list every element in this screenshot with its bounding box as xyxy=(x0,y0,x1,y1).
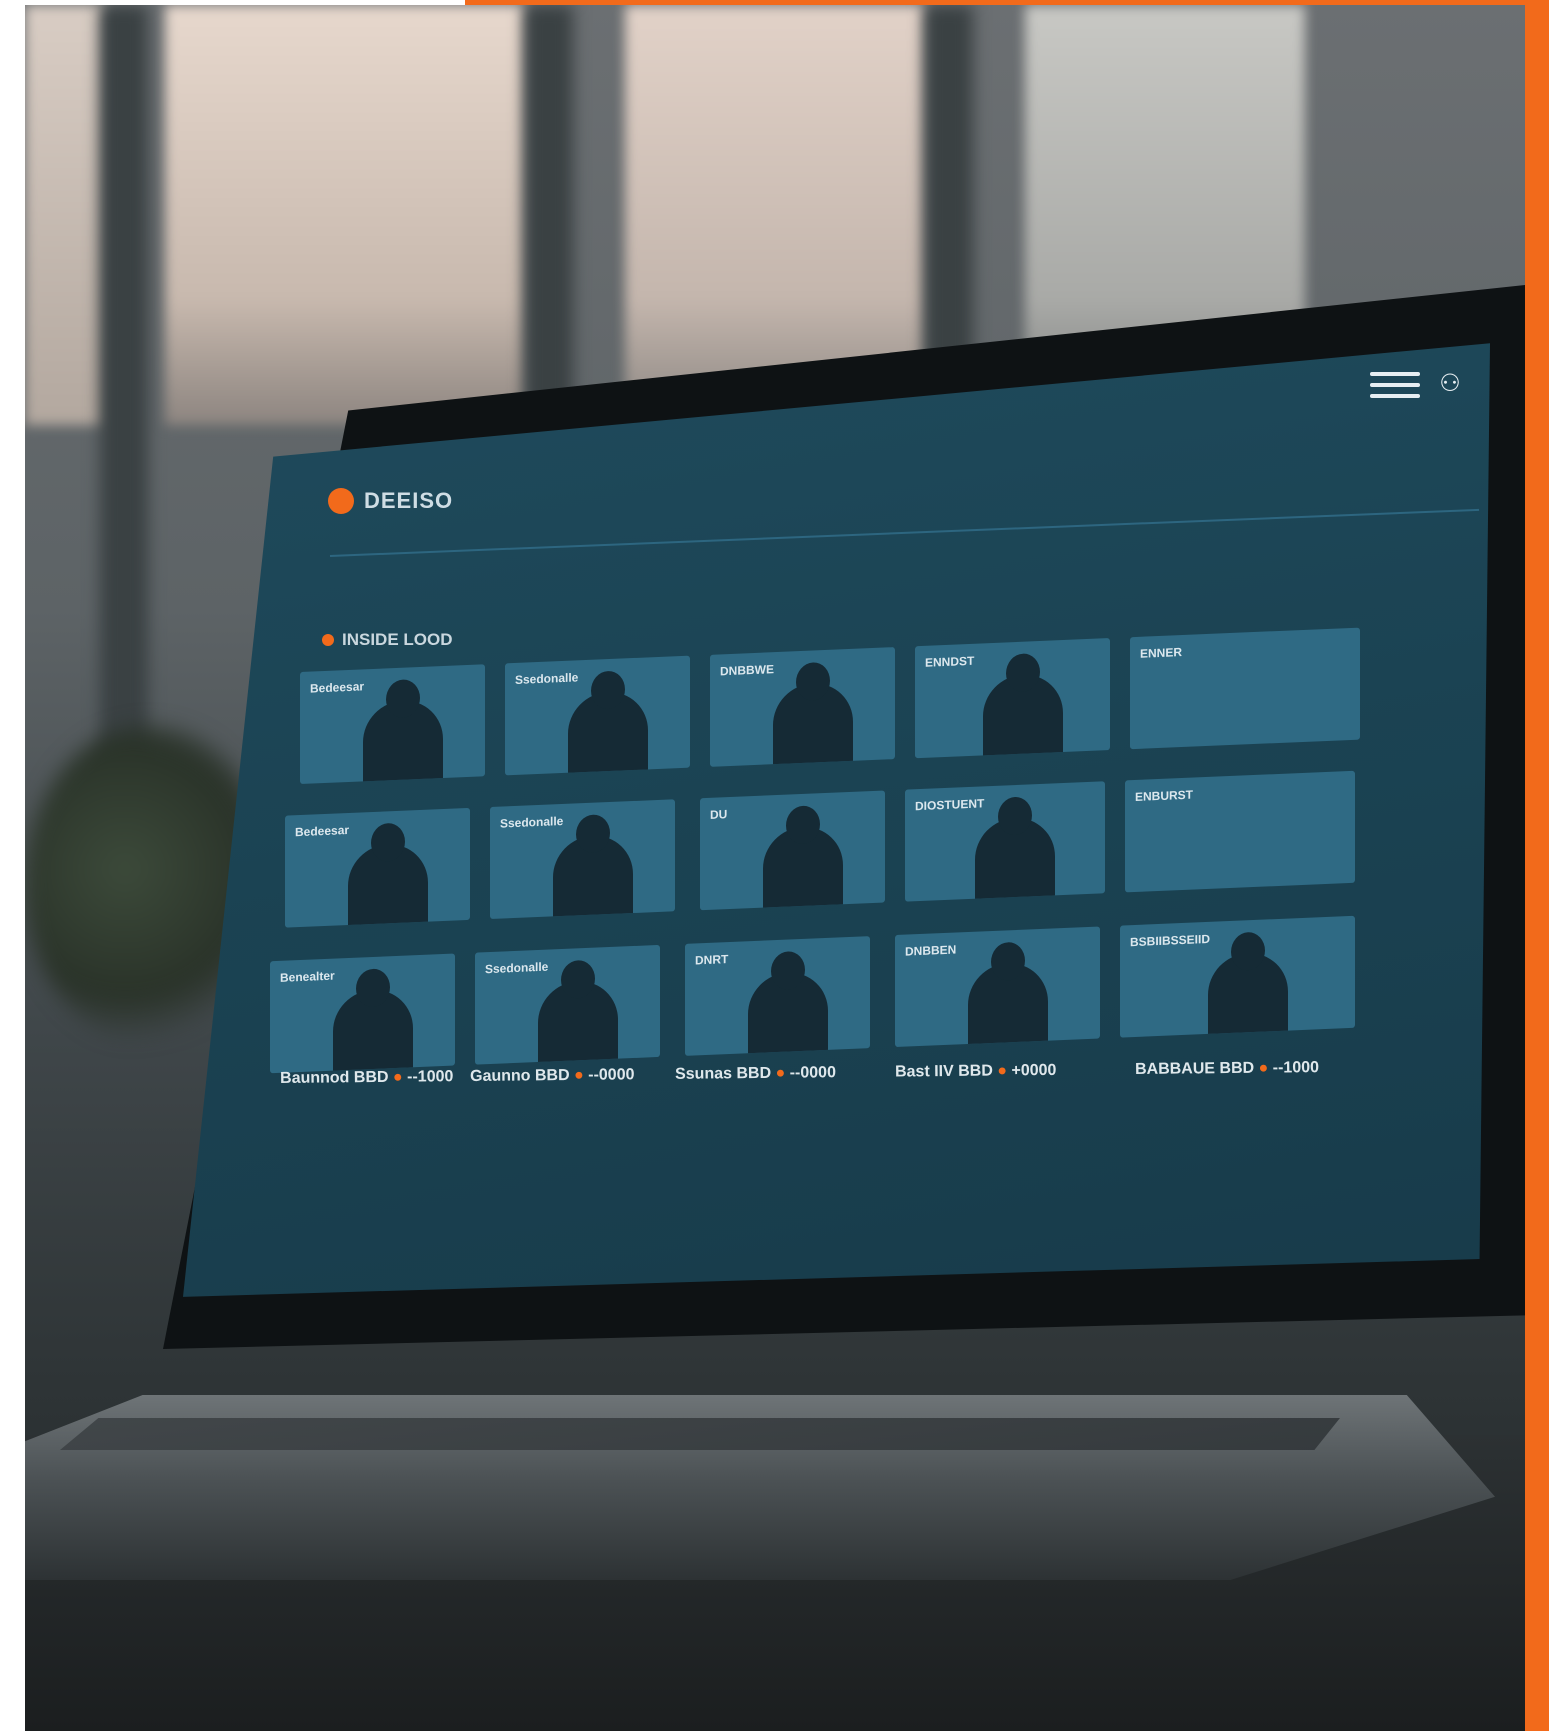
window-light xyxy=(25,5,105,425)
video-tile[interactable]: Ssedonalle xyxy=(475,944,660,1065)
stat-label: Gaunno BBD xyxy=(469,1066,570,1086)
stat-count: --1000 xyxy=(407,1068,454,1086)
stat-label: Bast IIV BBD xyxy=(894,1062,993,1081)
stat-count: +0000 xyxy=(1011,1061,1057,1080)
stat-item: Ssunas BBD ● --0000 xyxy=(674,1064,837,1083)
video-tile[interactable]: Ssedonalle xyxy=(490,799,675,920)
app-logo[interactable]: DEEISO xyxy=(328,488,453,514)
video-tile[interactable]: DIOSTUENT xyxy=(905,781,1105,902)
video-tile[interactable]: BSBIIBSSEIID xyxy=(1120,915,1355,1038)
tile-label: Ssedonalle xyxy=(485,959,549,977)
tile-label: Benealter xyxy=(280,968,335,985)
video-tile[interactable]: ENNDST xyxy=(915,638,1110,759)
tile-label: DNRT xyxy=(695,952,729,968)
video-tile[interactable]: ENNER xyxy=(1130,627,1360,750)
stat-count: --1000 xyxy=(1272,1059,1320,1077)
stat-item: Gaunno BBD ● --0000 xyxy=(469,1066,635,1086)
video-tile[interactable]: Ssedonalle xyxy=(505,655,690,776)
stat-label: Baunnod BBD xyxy=(280,1068,389,1087)
tile-label: DNBBWE xyxy=(720,662,774,679)
tile-label: DNBBEN xyxy=(905,942,957,959)
stat-item: Bast IIV BBD ● +0000 xyxy=(894,1061,1057,1081)
stat-count: --0000 xyxy=(789,1064,837,1082)
tile-label: Ssedonalle xyxy=(500,813,564,831)
video-tile[interactable]: DNBBEN xyxy=(895,926,1100,1048)
logo-text: DEEISO xyxy=(364,488,454,513)
tile-label: Bedeesar xyxy=(310,679,365,696)
tile-label: DIOSTUENT xyxy=(915,796,985,814)
stat-item: Baunnod BBD ● --1000 xyxy=(280,1068,454,1087)
logo-icon xyxy=(328,488,354,514)
video-tile[interactable]: ENBURST xyxy=(1125,770,1355,893)
tile-label: ENBURST xyxy=(1135,787,1194,805)
video-tile[interactable]: Benealter xyxy=(270,953,455,1074)
tile-label: BSBIIBSSEIID xyxy=(1130,931,1211,950)
stat-count: --0000 xyxy=(588,1066,635,1084)
stat-label: BABBAUE BBD xyxy=(1134,1059,1255,1079)
user-icon[interactable]: ⚇ xyxy=(1436,370,1464,398)
tile-label: Ssedonalle xyxy=(515,670,579,687)
video-tile[interactable]: DNBBWE xyxy=(710,647,895,767)
video-tile[interactable]: Bedeesar xyxy=(285,807,470,928)
video-tile[interactable]: Bedeesar xyxy=(300,664,485,784)
tile-label: Bedeesar xyxy=(295,822,350,840)
tile-label: DU xyxy=(710,807,728,822)
tile-label: ENNDST xyxy=(925,653,975,670)
stat-label: Ssunas BBD xyxy=(674,1064,772,1083)
accent-bar-right xyxy=(1525,0,1549,1731)
video-tile[interactable]: DU xyxy=(700,790,885,911)
hamburger-icon[interactable] xyxy=(1370,372,1420,400)
video-tile[interactable]: DNRT xyxy=(685,936,870,1056)
stat-item: BABBAUE BBD ● --1000 xyxy=(1134,1059,1320,1079)
laptop-keyboard xyxy=(60,1418,1340,1450)
tile-label: ENNER xyxy=(1140,645,1183,661)
window-light xyxy=(165,5,525,425)
